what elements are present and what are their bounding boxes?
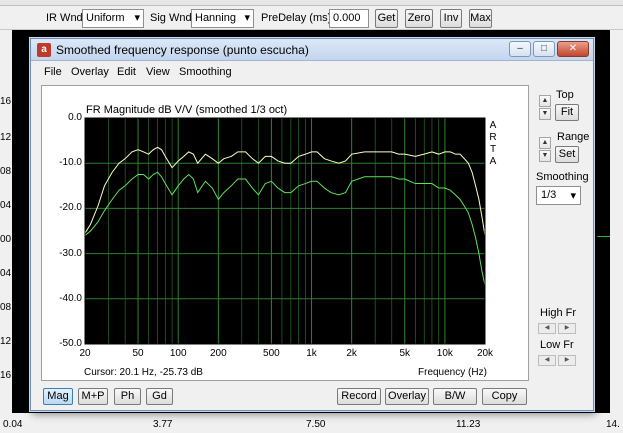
fit-button[interactable]: Fit xyxy=(555,104,579,121)
mag-button[interactable]: Mag xyxy=(43,388,73,405)
x-tick-label: 2k xyxy=(346,348,357,359)
x-tick-label: 1k xyxy=(306,348,317,359)
x-tick-label: 50 xyxy=(132,348,144,359)
close-button[interactable]: ✕ xyxy=(557,41,589,57)
y-tick-label: 0.0 xyxy=(68,112,82,123)
low-fr-label: Low Fr xyxy=(540,339,574,351)
y-tick-label: -20.0 xyxy=(59,202,82,214)
parent-x-tick: 14. xyxy=(606,419,620,430)
menu-view[interactable]: View xyxy=(146,66,170,78)
copy-button[interactable]: Copy xyxy=(482,388,527,405)
x-tick-label: 20 xyxy=(79,348,91,359)
x-tick-label: 500 xyxy=(263,348,280,359)
top-up-spinner[interactable]: ▲ xyxy=(539,95,551,107)
m-plus-p-button[interactable]: M+P xyxy=(78,388,108,405)
menu-bar: File Overlay Edit View Smoothing xyxy=(31,62,593,82)
set-button[interactable]: Set xyxy=(555,146,579,163)
minimize-button[interactable]: – xyxy=(509,41,531,57)
get-button[interactable]: Get xyxy=(375,9,398,28)
parent-plot-label: Imp xyxy=(12,52,31,64)
smoothed-response-window: a Smoothed frequency response (punto esc… xyxy=(30,38,594,411)
predelay-label: PreDelay (ms) xyxy=(261,12,332,24)
parent-x-tick: 0.04 xyxy=(3,419,23,430)
x-axis-label: Frequency (Hz) xyxy=(418,367,487,378)
gd-button[interactable]: Gd xyxy=(146,388,173,405)
frequency-response-chart[interactable] xyxy=(42,86,528,380)
ph-button[interactable]: Ph xyxy=(114,388,141,405)
plot-area xyxy=(85,118,485,344)
parent-y-tick: 08 xyxy=(0,166,12,177)
window-title: Smoothed frequency response (punto escuc… xyxy=(56,43,309,57)
chart-title: FR Magnitude dB V/V (smoothed 1/3 oct) xyxy=(86,104,288,116)
menu-smoothing[interactable]: Smoothing xyxy=(179,66,232,78)
top-down-spinner[interactable]: ▼ xyxy=(539,108,551,120)
parent-y-tick: 00 xyxy=(0,234,12,245)
ir-wnd-select[interactable]: Uniform xyxy=(82,9,144,28)
parent-y-tick: 08 xyxy=(0,302,12,313)
parent-y-tick: 12 xyxy=(0,336,12,347)
sig-wnd-select[interactable]: Hanning xyxy=(191,9,254,28)
ir-wnd-label: IR Wnd xyxy=(46,12,83,24)
range-label: Range xyxy=(557,131,590,143)
x-tick-label: 5k xyxy=(399,348,410,359)
parent-trace-fragment xyxy=(597,236,610,237)
parent-y-tick: 16 xyxy=(0,370,12,381)
parent-x-tick: 11.23 xyxy=(456,419,481,430)
y-tick-label: -40.0 xyxy=(59,292,82,304)
parent-y-tick: 12 xyxy=(0,132,12,143)
high-fr-right-button[interactable]: ▶ xyxy=(558,323,576,334)
maximize-button[interactable]: □ xyxy=(533,41,555,57)
parent-toolbar: ▾ IR Wnd Uniform Sig Wnd Hanning PreDela… xyxy=(0,0,623,30)
parent-y-tick: 04 xyxy=(0,200,12,211)
parent-y-tick: 16 xyxy=(0,96,12,107)
parent-x-tick: 7.50 xyxy=(306,419,326,430)
parent-x-axis: 0.04 3.77 7.50 11.23 14. xyxy=(0,413,623,433)
zero-button[interactable]: Zero xyxy=(405,9,433,28)
record-button[interactable]: Record xyxy=(337,388,381,405)
bw-button[interactable]: B/W xyxy=(433,388,477,405)
x-tick-label: 200 xyxy=(209,348,227,359)
max-button[interactable]: Max xyxy=(469,9,492,28)
high-fr-left-button[interactable]: ◀ xyxy=(538,323,556,334)
inv-button[interactable]: Inv xyxy=(440,9,462,28)
y-tick-label: -30.0 xyxy=(59,247,82,259)
arta-letter: A xyxy=(489,120,497,131)
low-fr-right-button[interactable]: ▶ xyxy=(558,355,576,366)
top-label: Top xyxy=(556,89,574,101)
smoothing-label: Smoothing xyxy=(536,171,589,183)
predelay-input[interactable]: 0.000 xyxy=(329,9,369,28)
high-fr-label: High Fr xyxy=(540,307,577,319)
plot-panel: FR Magnitude dB V/V (smoothed 1/3 oct) A… xyxy=(41,85,529,381)
cursor-readout: Cursor: 20.1 Hz, -25.73 dB xyxy=(84,367,203,378)
arta-letter: A xyxy=(489,156,497,167)
range-up-spinner[interactable]: ▲ xyxy=(539,137,551,149)
x-tick-label: 20k xyxy=(476,348,494,359)
sig-wnd-label: Sig Wnd xyxy=(150,12,192,24)
low-fr-left-button[interactable]: ◀ xyxy=(538,355,556,366)
arta-letter: R xyxy=(489,132,497,143)
range-down-spinner[interactable]: ▼ xyxy=(539,150,551,162)
arta-app-icon: a xyxy=(37,43,51,57)
parent-x-tick: 3.77 xyxy=(153,419,173,430)
x-tick-label: 100 xyxy=(169,348,187,359)
menu-file[interactable]: File xyxy=(44,66,62,78)
menu-overlay[interactable]: Overlay xyxy=(71,66,109,78)
parent-toolbar-top-strip xyxy=(0,0,623,6)
arta-vertical-label: A R T A xyxy=(488,120,498,168)
arta-letter: T xyxy=(489,144,497,155)
smoothing-select[interactable]: 1/3 xyxy=(536,186,581,205)
menu-edit[interactable]: Edit xyxy=(117,66,136,78)
y-tick-label: -10.0 xyxy=(59,157,82,169)
parent-y-tick: 04 xyxy=(0,268,12,279)
window-titlebar[interactable]: a Smoothed frequency response (punto esc… xyxy=(31,39,593,61)
overlay-button[interactable]: Overlay xyxy=(385,388,429,405)
x-tick-label: 10k xyxy=(436,348,453,359)
